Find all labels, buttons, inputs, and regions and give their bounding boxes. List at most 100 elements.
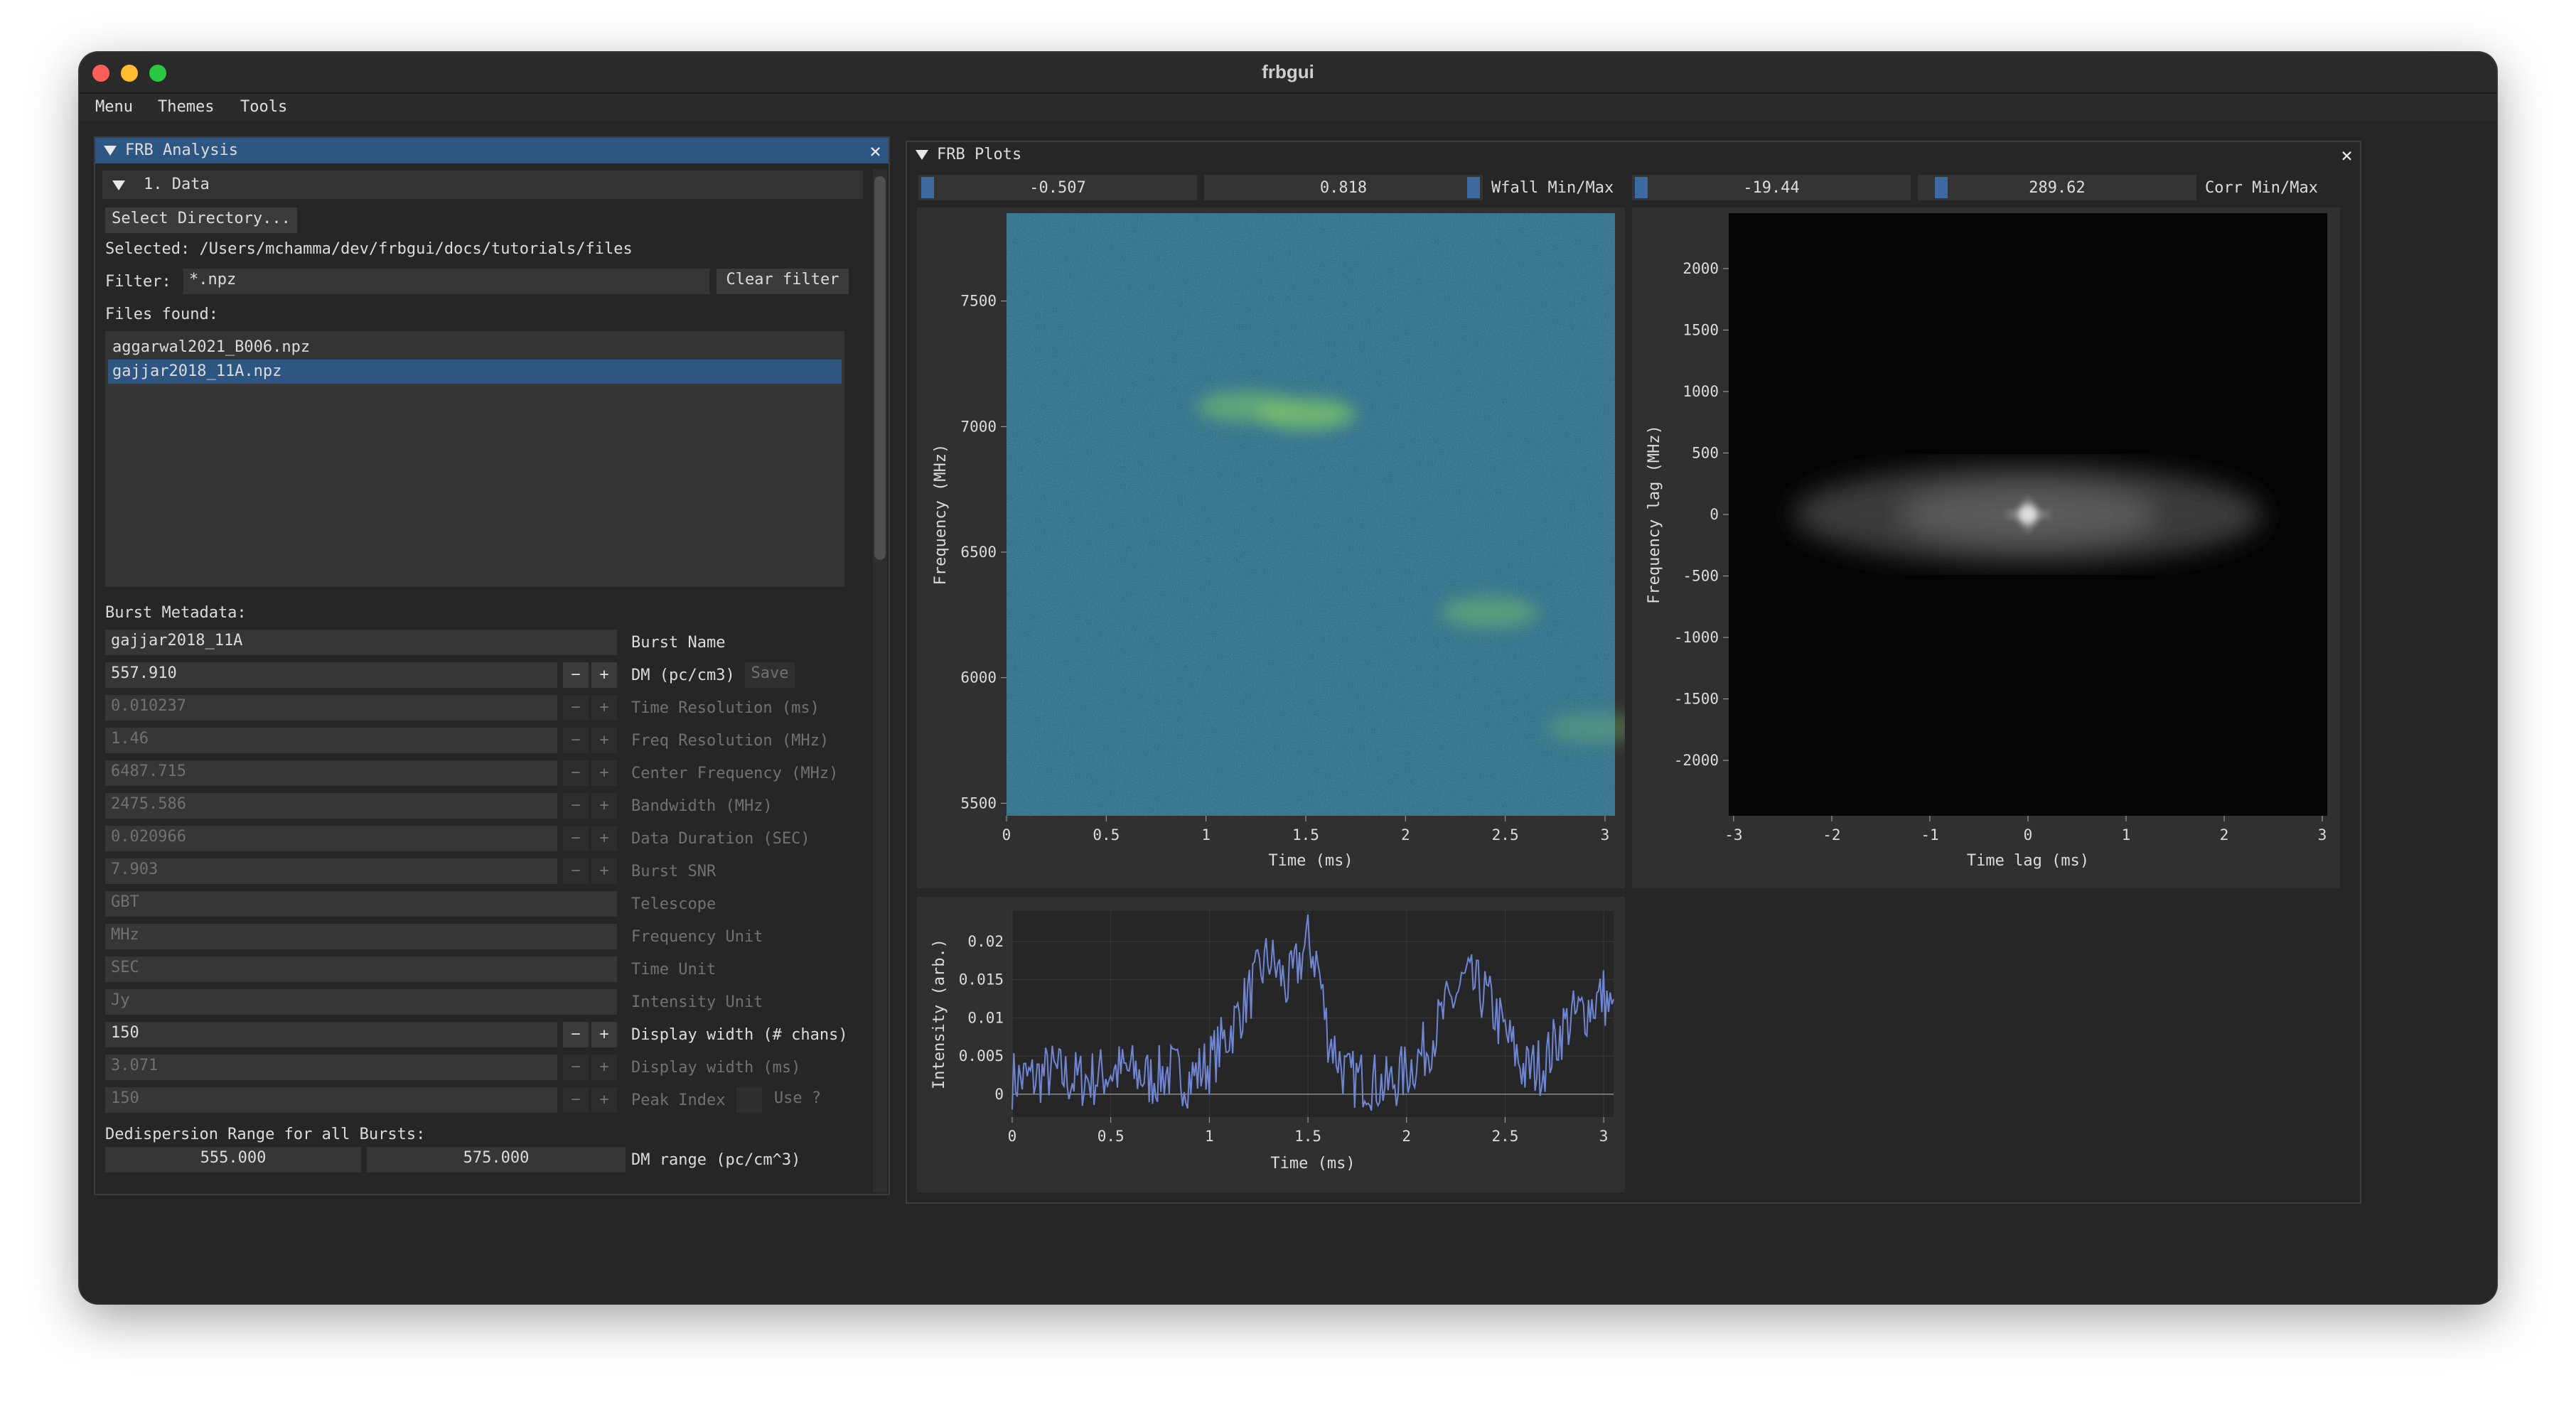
x-tick-label: 1.5 — [1294, 1128, 1321, 1145]
close-icon[interactable]: × — [869, 139, 881, 163]
menu-menu[interactable]: Menu — [95, 98, 133, 116]
frb-plots-panel: FRB Plots × -0.507 0.818 Wfall Min/Max -… — [906, 141, 2361, 1204]
menu-tools[interactable]: Tools — [240, 98, 287, 116]
decrement-button: − — [563, 1087, 589, 1113]
corr-max-slider[interactable]: 289.62 — [1918, 175, 2196, 200]
files-found-label: Files found: — [105, 306, 218, 323]
analysis-scrollbar[interactable] — [873, 169, 887, 1192]
metadata-value-field: 0.020966 — [105, 826, 557, 851]
x-tick-label: 3 — [2318, 826, 2327, 843]
metadata-value-field: MHz — [105, 924, 617, 949]
save-dm-button[interactable]: Save — [745, 662, 795, 688]
waterfall-svg: 5500 6000 6500 7000 7500 0 0.5 1 1.5 2 2.5 3 Time (m… — [932, 213, 1645, 870]
clear-filter-button[interactable]: Clear filter — [717, 269, 849, 294]
plots-panel-header[interactable]: FRB Plots × — [907, 142, 2360, 168]
x-tick-label: 0.5 — [1098, 1128, 1125, 1145]
metadata-value-field: GBT — [105, 891, 617, 917]
increment-button: + — [591, 858, 617, 884]
wfall-min-slider[interactable]: -0.507 — [918, 175, 1197, 200]
file-list-item[interactable]: gajjar2018_11A.npz — [108, 360, 842, 384]
metadata-value-field: 3.071 — [105, 1055, 557, 1080]
metadata-value-field: Jy — [105, 989, 617, 1015]
metadata-label: Display width (ms) — [631, 1059, 801, 1077]
x-axis-label: Time (ms) — [1268, 852, 1353, 870]
increment-button[interactable]: + — [591, 662, 617, 688]
increment-button: + — [591, 728, 617, 753]
decrement-button: − — [563, 1055, 589, 1080]
metadata-value-field: 1.46 — [105, 728, 557, 753]
metadata-value-field[interactable]: 557.910 — [105, 662, 557, 688]
select-directory-button[interactable]: Select Directory... — [105, 207, 297, 233]
metadata-label: DM (pc/cm3) — [631, 667, 735, 684]
decrement-button: − — [563, 793, 589, 819]
section-data-header[interactable]: 1. Data — [102, 171, 863, 199]
metadata-label: Burst SNR — [631, 863, 717, 880]
metadata-label: Freq Resolution (MHz) — [631, 732, 830, 750]
y-tick-label: 1000 — [1683, 383, 1719, 400]
timeseries-plot[interactable]: 0 0.5 1 1.5 2 2.5 3 0 0.005 0.01 0.015 0.02 Time (ms… — [917, 897, 1625, 1192]
dm-range-max-input[interactable]: 575.000 — [367, 1147, 626, 1172]
metadata-value-field: 150 — [105, 1087, 557, 1113]
use-checkbox[interactable] — [736, 1087, 762, 1113]
x-tick-label: 1.5 — [1292, 826, 1319, 843]
x-tick-label: 1 — [1201, 826, 1211, 843]
x-tick-label: 2.5 — [1491, 1128, 1518, 1145]
metadata-value-field[interactable]: gajjar2018_11A — [105, 630, 617, 655]
timeseries-plot-area — [1012, 911, 1614, 1117]
y-tick-label: 5500 — [960, 794, 997, 812]
metadata-value-field: 0.010237 — [105, 695, 557, 721]
y-tick-label: 0 — [1710, 506, 1719, 523]
scrollbar-thumb[interactable] — [874, 176, 886, 560]
collapse-icon[interactable] — [104, 146, 117, 156]
dm-range-label: DM range (pc/cm^3) — [631, 1151, 801, 1169]
correlation-plot[interactable]: -2000 -1500 -1000 -500 0 500 1000 1500 2000 -3 -2 -… — [1632, 207, 2340, 888]
analysis-panel-header[interactable]: FRB Analysis × — [95, 138, 889, 163]
corr-max-value: 289.62 — [2029, 179, 2086, 197]
metadata-value-field[interactable]: 150 — [105, 1022, 557, 1047]
timeseries-svg: 0 0.5 1 1.5 2 2.5 3 0 0.005 0.01 0.015 0.02 Time (ms… — [930, 911, 1614, 1172]
wfall-min-value: -0.507 — [1029, 179, 1086, 197]
y-axis-label: Intensity (arb.) — [930, 939, 948, 1089]
file-list-item[interactable]: aggarwal2021_B006.npz — [108, 335, 842, 360]
close-icon[interactable]: × — [2341, 144, 2353, 167]
x-tick-label: -2 — [1823, 826, 1840, 843]
decrement-button[interactable]: − — [563, 662, 589, 688]
increment-button[interactable]: + — [591, 1022, 617, 1047]
metadata-label: Center Frequency (MHz) — [631, 765, 839, 782]
increment-button: + — [591, 760, 617, 786]
menu-themes[interactable]: Themes — [158, 98, 214, 116]
decrement-button: − — [563, 858, 589, 884]
y-axis-label: Frequency lag (MHz) — [1646, 425, 1663, 604]
metadata-label: Peak Index — [631, 1091, 726, 1109]
dm-range-min-input[interactable]: 555.000 — [105, 1147, 361, 1172]
metadata-label: Telescope — [631, 895, 717, 913]
filter-input[interactable]: *.npz — [183, 269, 709, 294]
metadata-label: Display width (# chans) — [631, 1026, 848, 1044]
y-tick-label: 0 — [994, 1086, 1004, 1103]
waterfall-plot[interactable]: 5500 6000 6500 7000 7500 0 0.5 1 1.5 2 2.5 3 Time (m… — [917, 207, 1645, 888]
plots-panel-title: FRB Plots — [937, 146, 1022, 163]
decrement-button[interactable]: − — [563, 1022, 589, 1047]
decrement-button: − — [563, 695, 589, 721]
y-tick-label: 0.005 — [959, 1047, 1004, 1064]
corr-min-slider[interactable]: -19.44 — [1632, 175, 1911, 200]
y-tick-label: 0.02 — [967, 933, 1004, 950]
menu-bar: Menu Themes Tools — [80, 94, 2496, 121]
x-tick-label: 0 — [2024, 826, 2033, 843]
x-tick-label: 0 — [1008, 1128, 1017, 1145]
files-list[interactable]: aggarwal2021_B006.npz gajjar2018_11A.npz — [105, 331, 844, 587]
collapse-icon[interactable] — [916, 150, 928, 160]
correlation-svg: -2000 -1500 -1000 -500 0 500 1000 1500 2000 -3 -2 -… — [1646, 213, 2327, 870]
y-tick-label: 0.015 — [959, 971, 1004, 988]
y-axis-label: Frequency (MHz) — [932, 444, 950, 586]
x-tick-label: -1 — [1921, 826, 1938, 843]
collapse-icon[interactable] — [112, 180, 125, 190]
app-window: frbgui Menu Themes Tools FRB Analysis × … — [80, 53, 2496, 1303]
wfall-max-slider[interactable]: 0.818 — [1204, 175, 1483, 200]
filter-label: Filter: — [105, 273, 171, 291]
y-tick-label: -500 — [1683, 568, 1719, 585]
x-tick-label: -3 — [1724, 826, 1742, 843]
increment-button: + — [591, 1055, 617, 1080]
wfall-minmax-label: Wfall Min/Max — [1491, 179, 1614, 197]
x-tick-label: 3 — [1601, 826, 1610, 843]
